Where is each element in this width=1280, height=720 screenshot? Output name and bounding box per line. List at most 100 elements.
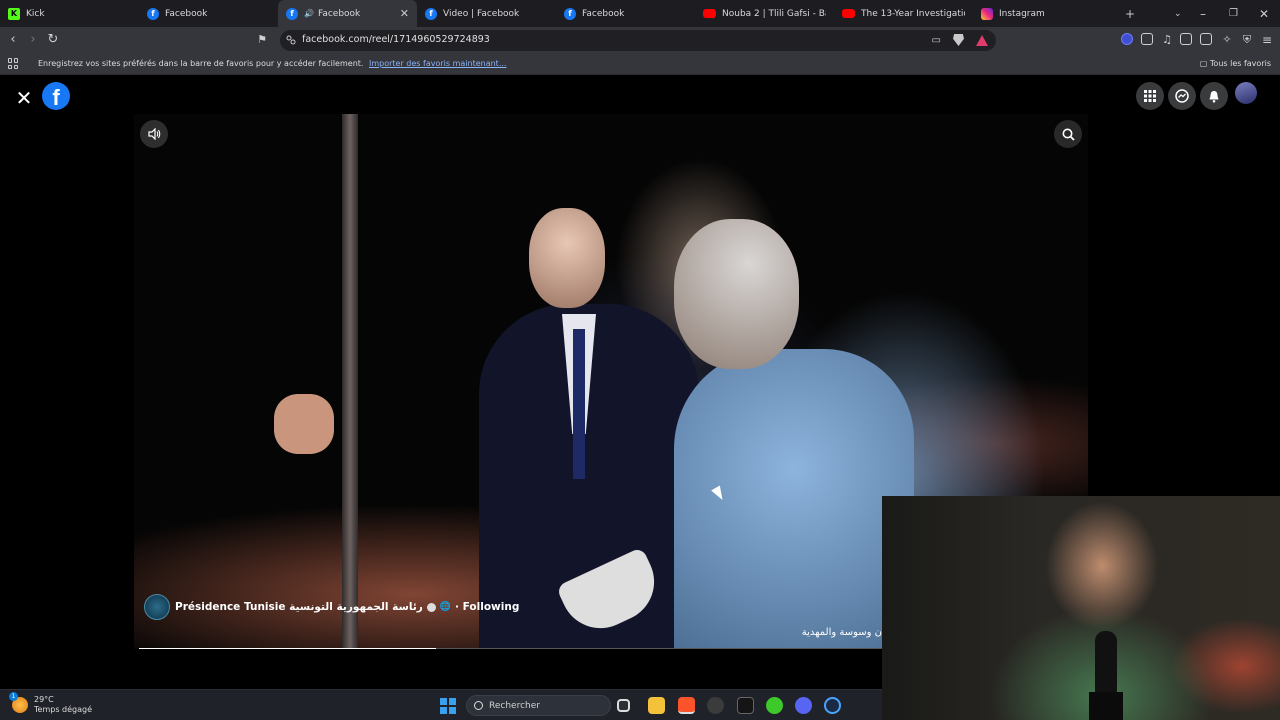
extensions-icon[interactable] (1141, 33, 1153, 45)
video-pole (342, 114, 358, 649)
tab-title: Facebook (317, 8, 361, 19)
video-hand (274, 394, 334, 454)
search-icon (1062, 128, 1075, 141)
restore-icon[interactable]: ❐ (1229, 0, 1238, 27)
close-reel-icon[interactable]: ✕ (11, 85, 37, 111)
microphone (1095, 631, 1117, 701)
apps-grid-icon[interactable] (8, 58, 19, 69)
facebook-icon: f (425, 7, 437, 20)
tab-title: Nouba 2 | Tlili Gafsi - Bari Fou (722, 8, 826, 19)
all-favorites-button[interactable]: ▢ Tous les favoris (1200, 59, 1271, 68)
tab-title: Facebook (165, 8, 208, 19)
vpn-shield-icon[interactable]: ⛨ (1239, 32, 1255, 48)
tab-title: Facebook (582, 8, 625, 19)
page-avatar[interactable] (144, 594, 170, 620)
tab-title: Video | Facebook (443, 8, 520, 19)
notifications-button[interactable] (1200, 82, 1228, 110)
taskbar-search[interactable]: Rechercher (466, 695, 611, 716)
facebook-icon: f (147, 7, 159, 20)
forward-icon[interactable]: › (25, 32, 41, 48)
terminal-icon[interactable] (737, 697, 754, 714)
new-tab-icon[interactable]: + (1125, 0, 1135, 27)
navigation-bar: ‹ › ↻ ⚑ facebook.com/reel/17149605297248… (0, 27, 1280, 53)
folder-icon: ▢ (1199, 59, 1210, 68)
brave-browser-icon[interactable] (678, 697, 695, 714)
youtube-icon (703, 9, 716, 18)
tab-facebook-active[interactable]: f 🔊 Facebook ✕ (278, 0, 417, 27)
messenger-button[interactable] (1168, 82, 1196, 110)
menu-grid-button[interactable] (1136, 82, 1164, 110)
verified-badge-icon (426, 602, 436, 612)
url-text[interactable]: facebook.com/reel/1714960529724893 (302, 34, 490, 45)
razer-icon[interactable] (766, 697, 783, 714)
file-explorer-icon[interactable] (648, 697, 665, 714)
facebook-icon: f (286, 7, 298, 20)
page-name[interactable]: Présidence Tunisie رئاسة الجمهورية التون… (175, 601, 423, 613)
bookmarks-message: Enregistrez vos sites préférés dans la b… (38, 59, 506, 68)
grid-icon (1144, 90, 1156, 102)
task-view-icon[interactable] (617, 699, 630, 712)
tab-strip: K Kick f Facebook f 🔊 Facebook ✕ f Video… (0, 0, 1280, 27)
bell-icon (1209, 90, 1219, 103)
taskbar-search-placeholder: Rechercher (489, 701, 540, 711)
obs-icon[interactable] (707, 697, 724, 714)
microphone-arm (1089, 692, 1123, 720)
close-window-icon[interactable]: ✕ (1259, 0, 1269, 27)
facebook-logo[interactable]: f (42, 82, 70, 110)
windows-taskbar: 1 29°C Temps dégagé Rechercher (0, 689, 882, 720)
windows-start-icon[interactable] (440, 698, 456, 714)
youtube-icon (842, 9, 855, 18)
speaker-icon[interactable]: 🔊 (304, 9, 314, 18)
tab-title: Kick (26, 8, 45, 19)
tab-facebook-1[interactable]: f Facebook (139, 0, 278, 27)
volume-button[interactable] (140, 120, 168, 148)
menu-icon[interactable]: ≡ (1259, 32, 1275, 48)
close-tab-icon[interactable]: ✕ (400, 7, 409, 20)
weather-widget[interactable]: 1 29°C Temps dégagé (9, 692, 93, 715)
tab-title: The 13-Year Investigation Into (861, 8, 965, 19)
tab-youtube-investigation[interactable]: The 13-Year Investigation Into (834, 0, 973, 27)
site-info-icon[interactable] (286, 35, 296, 45)
search-button[interactable] (1054, 120, 1082, 148)
back-icon[interactable]: ‹ (5, 32, 21, 48)
minimize-icon[interactable]: – (1200, 0, 1206, 27)
import-bookmarks-link[interactable]: Importer des favoris maintenant... (369, 59, 506, 68)
wallet-icon[interactable] (1200, 33, 1212, 45)
leo-ai-icon[interactable]: ✧ (1219, 32, 1235, 48)
weather-sun-icon: 1 (9, 692, 28, 713)
volume-icon (147, 128, 160, 140)
tab-kick[interactable]: K Kick (0, 0, 139, 27)
temperature: 29°C (34, 695, 54, 704)
instagram-icon (981, 7, 993, 20)
search-icon (474, 701, 483, 710)
sidebar-icon[interactable] (1180, 33, 1192, 45)
tab-facebook-2[interactable]: f Facebook (556, 0, 695, 27)
address-bar[interactable]: facebook.com/reel/1714960529724893 ▭ (280, 30, 996, 51)
discord-icon[interactable] (795, 697, 812, 714)
video-caption: ن وسوسة والمهدية (801, 627, 882, 638)
streamer-webcam (882, 496, 1280, 720)
tab-title: Instagram (999, 8, 1045, 19)
reload-icon[interactable]: ↻ (45, 32, 61, 48)
brave-rewards-icon[interactable] (976, 34, 988, 46)
tab-search-chevron-icon[interactable]: ⌄ (1174, 0, 1182, 27)
profile-avatar[interactable] (1235, 82, 1257, 104)
weather-condition: Temps dégagé (34, 705, 93, 714)
tab-video-facebook[interactable]: f Video | Facebook (417, 0, 556, 27)
bookmark-icon[interactable]: ⚑ (254, 32, 270, 48)
kick-icon: K (8, 7, 20, 20)
globe-icon: 🌐 (439, 602, 452, 612)
brave-shields-icon[interactable] (953, 34, 964, 46)
reel-owner[interactable]: Présidence Tunisie رئاسة الجمهورية التون… (144, 594, 519, 620)
weather-badge: 1 (9, 692, 18, 701)
video-progress-fill (139, 648, 437, 649)
vpn-icon[interactable] (1121, 33, 1133, 45)
messenger-icon (1175, 89, 1189, 103)
app-icon[interactable] (824, 697, 841, 714)
tab-instagram[interactable]: Instagram (973, 0, 1112, 27)
tab-youtube-nouba[interactable]: Nouba 2 | Tlili Gafsi - Bari Fou (695, 0, 834, 27)
video-progress-bar[interactable] (139, 648, 882, 649)
following-label[interactable]: · Following (455, 601, 519, 613)
cast-icon[interactable]: ▭ (932, 35, 941, 46)
music-icon[interactable]: ♫ (1159, 32, 1175, 48)
